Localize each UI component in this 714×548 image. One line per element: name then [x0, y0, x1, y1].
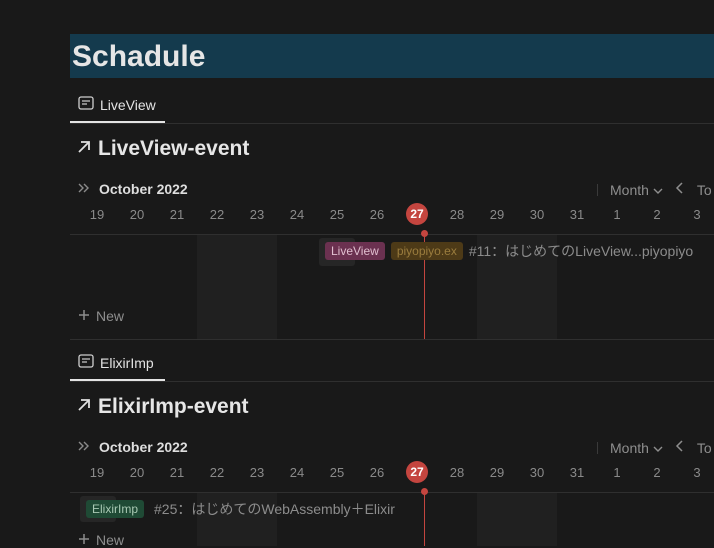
section-title[interactable]: LiveView-event — [76, 137, 249, 161]
double-chevron-right-icon[interactable] — [77, 181, 91, 197]
today-line-dot — [421, 230, 428, 237]
day-cell: 23 — [249, 207, 265, 222]
chevron-down-icon — [653, 182, 663, 198]
event-tag: piyopiyo.ex — [390, 242, 463, 260]
tab-liveview[interactable]: LiveView — [78, 96, 156, 113]
today-line-dot — [421, 488, 428, 495]
day-cell: 30 — [529, 465, 545, 480]
day-row: 19 20 21 22 23 24 25 26 27 28 29 30 31 1… — [77, 461, 714, 483]
new-button[interactable]: New — [78, 308, 124, 324]
chevron-left-icon[interactable] — [675, 439, 685, 457]
day-cell: 2 — [653, 465, 661, 480]
day-cell: 22 — [209, 207, 225, 222]
event-tag: ElixirImp — [86, 500, 145, 518]
day-cell: 28 — [449, 465, 465, 480]
divider — [70, 123, 714, 124]
calendar-controls: Month To — [597, 439, 712, 457]
month-header: October 2022 — [77, 181, 188, 197]
calendar-controls: Month To — [597, 181, 712, 199]
divider — [70, 339, 714, 340]
view-label: Month — [610, 182, 649, 198]
view-dropdown[interactable]: Month — [610, 440, 663, 456]
day-row: 19 20 21 22 23 24 25 26 27 28 29 30 31 1… — [77, 203, 714, 225]
separator — [597, 184, 598, 196]
day-cell-today: 27 — [397, 203, 437, 225]
day-cell: 29 — [489, 207, 505, 222]
day-cell: 28 — [449, 207, 465, 222]
new-label: New — [96, 308, 125, 324]
today-button[interactable]: To — [697, 440, 712, 456]
tab-label: LiveView — [100, 96, 156, 113]
table-icon — [78, 354, 94, 371]
day-cell-today: 27 — [397, 461, 437, 483]
event-card[interactable]: LiveView piyopiyo.ex #11：はじめてのLiveView..… — [325, 241, 693, 261]
today-button[interactable]: To — [697, 182, 712, 198]
separator — [597, 442, 598, 454]
section-title-text: LiveView-event — [98, 137, 250, 160]
today-line — [424, 493, 425, 546]
month-header: October 2022 — [77, 439, 188, 455]
event-tag: LiveView — [325, 242, 385, 260]
day-cell: 1 — [613, 465, 621, 480]
section-title[interactable]: ElixirImp-event — [76, 395, 249, 419]
today-marker: 27 — [406, 203, 428, 225]
day-cell: 24 — [289, 465, 305, 480]
view-label: Month — [610, 440, 649, 456]
today-marker: 27 — [406, 461, 428, 483]
event-title: #25：はじめてのWebAssembly＋Elixir — [154, 501, 395, 517]
day-cell: 30 — [529, 207, 545, 222]
day-cell: 23 — [249, 465, 265, 480]
divider — [70, 234, 714, 235]
day-cell: 3 — [693, 207, 701, 222]
day-cell: 25 — [329, 465, 345, 480]
day-cell: 24 — [289, 207, 305, 222]
day-cell: 26 — [369, 207, 385, 222]
day-cell: 21 — [169, 207, 185, 222]
arrow-up-right-icon — [76, 395, 92, 419]
weekend-column — [197, 235, 277, 339]
chevron-left-icon[interactable] — [675, 181, 685, 199]
day-cell: 21 — [169, 465, 185, 480]
day-cell: 2 — [653, 207, 661, 222]
divider — [70, 492, 714, 493]
day-cell: 26 — [369, 465, 385, 480]
arrow-up-right-icon — [76, 137, 92, 161]
day-cell: 31 — [569, 465, 585, 480]
chevron-down-icon — [653, 440, 663, 456]
event-title: #11：はじめてのLiveView...piyopiyo — [468, 243, 694, 259]
day-cell: 29 — [489, 465, 505, 480]
tab-label: ElixirImp — [100, 354, 154, 371]
day-cell: 1 — [613, 207, 621, 222]
day-cell: 19 — [89, 207, 105, 222]
plus-icon — [78, 308, 90, 324]
day-cell: 3 — [693, 465, 701, 480]
day-cell: 20 — [129, 465, 145, 480]
weekend-column — [477, 493, 557, 546]
page-title: Schadule — [72, 40, 206, 73]
double-chevron-right-icon[interactable] — [77, 439, 91, 455]
event-card[interactable]: ElixirImp #25：はじめてのWebAssembly＋Elixir — [86, 499, 395, 519]
day-cell: 22 — [209, 465, 225, 480]
month-label: October 2022 — [99, 181, 188, 197]
table-icon — [78, 96, 94, 113]
day-cell: 19 — [89, 465, 105, 480]
section-title-text: ElixirImp-event — [98, 395, 249, 418]
day-cell: 25 — [329, 207, 345, 222]
day-cell: 20 — [129, 207, 145, 222]
day-cell: 31 — [569, 207, 585, 222]
tab-elixirimp[interactable]: ElixirImp — [78, 354, 154, 371]
month-label: October 2022 — [99, 439, 188, 455]
view-dropdown[interactable]: Month — [610, 182, 663, 198]
divider — [70, 381, 714, 382]
